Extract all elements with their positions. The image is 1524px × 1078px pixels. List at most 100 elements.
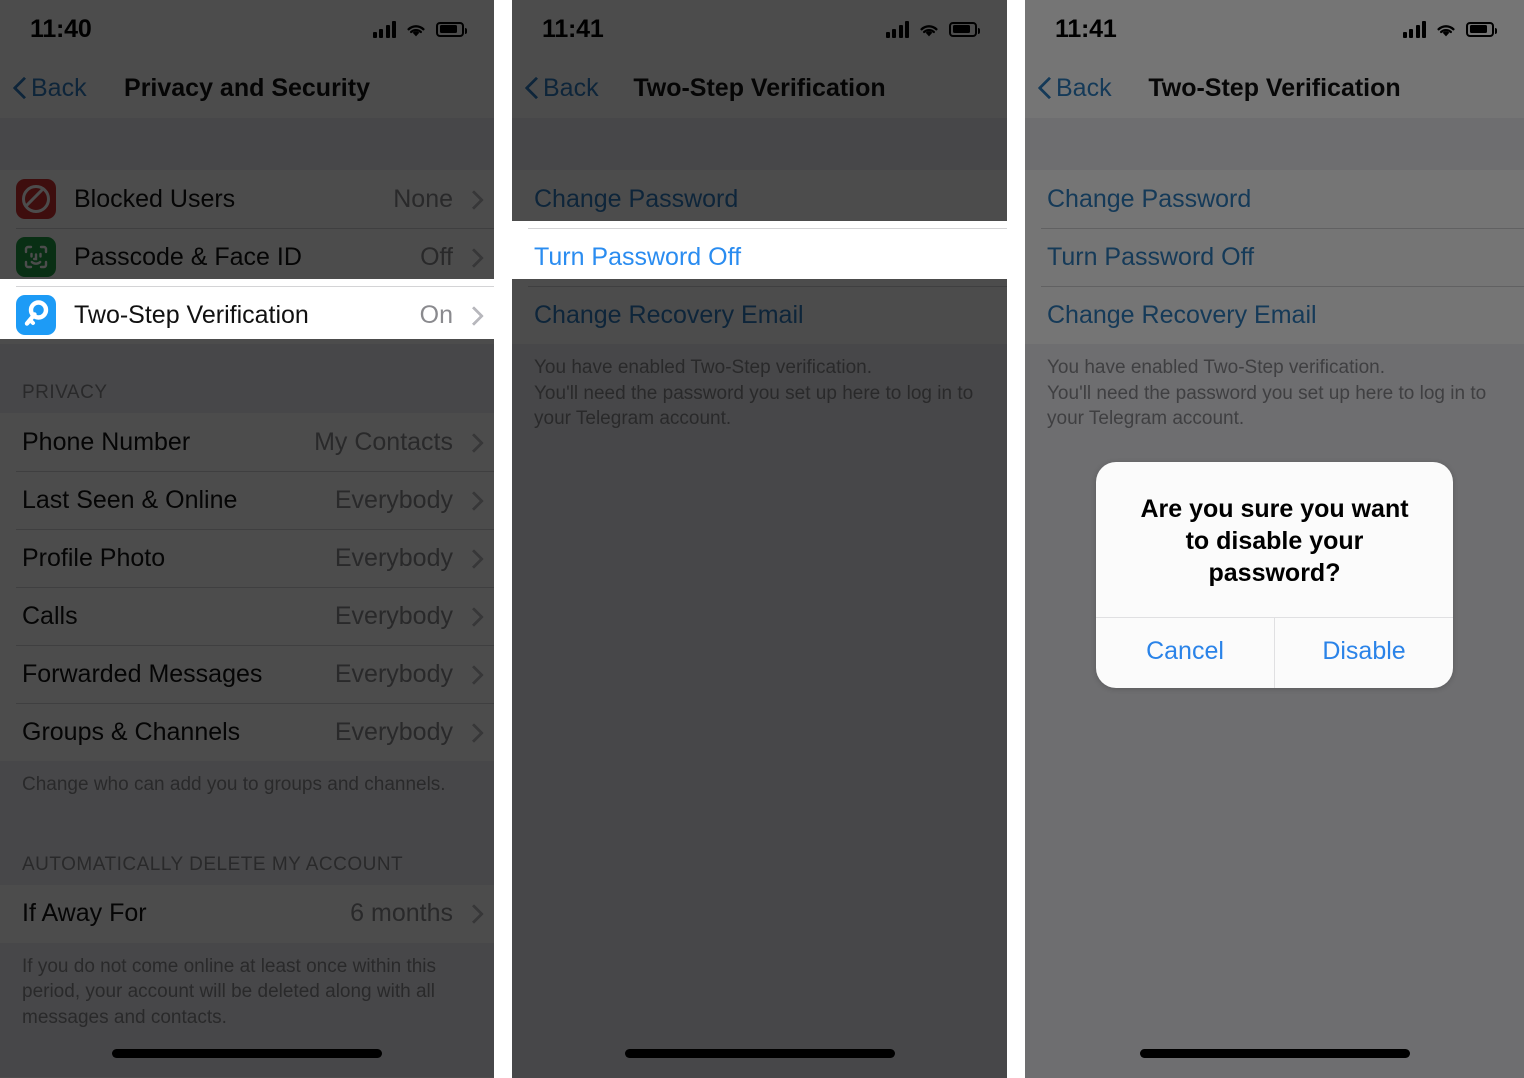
- back-button-label: Back: [1056, 73, 1112, 102]
- chevron-right-icon: [467, 549, 478, 568]
- back-button-label: Back: [31, 73, 87, 102]
- chevron-left-icon: [1039, 77, 1051, 99]
- row-label: Calls: [22, 601, 78, 630]
- chevron-right-icon: [467, 190, 478, 209]
- status-bar-indicators: [372, 20, 467, 38]
- phone-panel-privacy-and-security: 11:40 Privacy and Security Back Blocked …: [0, 0, 494, 1078]
- row-if-away-for[interactable]: If Away For 6 months: [0, 884, 494, 943]
- back-button[interactable]: Back: [1025, 74, 1112, 103]
- status-bar: 11:40: [0, 0, 494, 58]
- row-change-password[interactable]: Change Password: [1025, 170, 1524, 228]
- panel-gap-1: [494, 0, 512, 1078]
- panel2-screen: 11:41 Two-Step Verification Back Change …: [512, 0, 1007, 1078]
- two-step-footnote: You have enabled Two-Step verification. …: [512, 344, 1007, 450]
- row-groups-channels[interactable]: Groups & Channels Everybody: [0, 703, 494, 761]
- wifi-icon: [920, 24, 938, 36]
- row-label: Turn Password Off: [1047, 242, 1255, 271]
- row-change-recovery-email[interactable]: Change Recovery Email: [512, 286, 1007, 344]
- status-bar-indicators: [1402, 20, 1497, 38]
- status-bar-clock: 11:41: [1055, 14, 1117, 43]
- row-label: Turn Password Off: [534, 242, 742, 271]
- status-bar-indicators: [885, 20, 980, 38]
- privacy-footnote: Change who can add you to groups and cha…: [0, 761, 494, 816]
- row-value: Everybody: [334, 601, 453, 630]
- auto-delete-section-header: AUTOMATICALLY DELETE MY ACCOUNT: [0, 815, 494, 885]
- row-turn-password-off-highlighted[interactable]: Turn Password Off: [512, 228, 1007, 279]
- status-bar-clock: 11:40: [30, 14, 92, 43]
- home-indicator: [112, 1049, 382, 1058]
- list-top-spacer: [1025, 118, 1524, 170]
- phone-panel-two-step-verification: 11:41 Two-Step Verification Back Change …: [512, 0, 1007, 1078]
- three-panel-screenshot-strip: 11:40 Privacy and Security Back Blocked …: [0, 0, 1524, 1078]
- cancel-button[interactable]: Cancel: [1096, 618, 1274, 688]
- face-id-icon: [16, 237, 56, 277]
- privacy-group: Phone Number My Contacts Last Seen & Onl…: [0, 413, 494, 761]
- row-value: On: [419, 300, 453, 329]
- key-icon: [16, 295, 56, 335]
- chevron-right-icon: [467, 607, 478, 626]
- battery-icon: [1466, 21, 1497, 37]
- navigation-bar: Two-Step Verification Back: [512, 58, 1007, 118]
- chevron-right-icon: [467, 306, 478, 325]
- alert-message: Are you sure you want to disable your pa…: [1140, 495, 1409, 587]
- chevron-right-icon: [467, 433, 478, 452]
- row-phone-number[interactable]: Phone Number My Contacts: [0, 413, 494, 471]
- row-value: Off: [420, 242, 453, 271]
- highlight-two-step-verification[interactable]: x x Two-Step Verifica: [0, 279, 494, 339]
- chevron-left-icon: [526, 77, 538, 99]
- status-bar: 11:41: [512, 0, 1007, 58]
- privacy-section-header: PRIVACY: [0, 344, 494, 413]
- row-change-recovery-email[interactable]: Change Recovery Email: [1025, 286, 1524, 344]
- row-forwarded-messages[interactable]: Forwarded Messages Everybody: [0, 645, 494, 703]
- highlight-turn-password-off[interactable]: x Turn Password Off: [512, 221, 1007, 279]
- row-calls[interactable]: Calls Everybody: [0, 587, 494, 645]
- row-last-seen-online[interactable]: Last Seen & Online Everybody: [0, 471, 494, 529]
- back-button-label: Back: [543, 73, 599, 102]
- cellular-signal-icon: [1402, 20, 1426, 38]
- row-passcode-face-id[interactable]: Passcode & Face ID Off: [0, 228, 494, 286]
- blocked-users-icon: [16, 179, 56, 219]
- home-indicator: [1139, 1049, 1410, 1058]
- chevron-left-icon: [14, 77, 26, 99]
- chevron-right-icon: [467, 723, 478, 742]
- row-value: Everybody: [334, 543, 453, 572]
- row-label: Change Password: [534, 184, 739, 213]
- disable-button[interactable]: Disable: [1274, 618, 1453, 689]
- back-button[interactable]: Back: [0, 74, 87, 103]
- battery-icon: [436, 21, 467, 37]
- wifi-icon: [407, 24, 425, 36]
- row-value: Everybody: [334, 717, 453, 746]
- row-turn-password-off[interactable]: Turn Password Off: [1025, 228, 1524, 286]
- battery-icon: [949, 21, 980, 37]
- row-label: Groups & Channels: [22, 717, 241, 746]
- panel-gap-2: [1007, 0, 1025, 1078]
- settings-list: Blocked Users None Passcode & Face ID Of…: [0, 118, 494, 1078]
- cellular-signal-icon: [885, 20, 909, 38]
- status-bar: 11:41: [1025, 0, 1524, 58]
- wifi-icon: [1437, 24, 1455, 36]
- row-value: Everybody: [334, 659, 453, 688]
- row-label: Change Recovery Email: [1047, 300, 1317, 329]
- cellular-signal-icon: [372, 20, 396, 38]
- row-profile-photo[interactable]: Profile Photo Everybody: [0, 529, 494, 587]
- row-label: Last Seen & Online: [22, 485, 238, 514]
- row-label: Blocked Users: [74, 184, 236, 213]
- row-change-password[interactable]: Change Password: [512, 170, 1007, 228]
- row-value: None: [393, 184, 453, 213]
- row-two-step-verification-highlighted[interactable]: Two-Step Verification On: [0, 286, 494, 339]
- row-label: Two-Step Verification: [74, 300, 309, 329]
- row-label: Phone Number: [22, 427, 191, 456]
- row-label: Change Password: [1047, 184, 1252, 213]
- panel1-screen: 11:40 Privacy and Security Back Blocked …: [0, 0, 494, 1078]
- home-indicator: [624, 1049, 895, 1058]
- row-label: Change Recovery Email: [534, 300, 804, 329]
- row-blocked-users[interactable]: Blocked Users None: [0, 170, 494, 228]
- row-value: My Contacts: [314, 427, 453, 456]
- phone-panel-disable-password-confirm: 11:41 Two-Step Verification Back Change …: [1025, 0, 1524, 1078]
- chevron-right-icon: [467, 248, 478, 267]
- back-button[interactable]: Back: [512, 74, 599, 103]
- list-top-spacer: [0, 118, 494, 170]
- row-value: 6 months: [350, 899, 453, 928]
- status-bar-clock: 11:41: [542, 14, 604, 43]
- row-label: Profile Photo: [22, 543, 166, 572]
